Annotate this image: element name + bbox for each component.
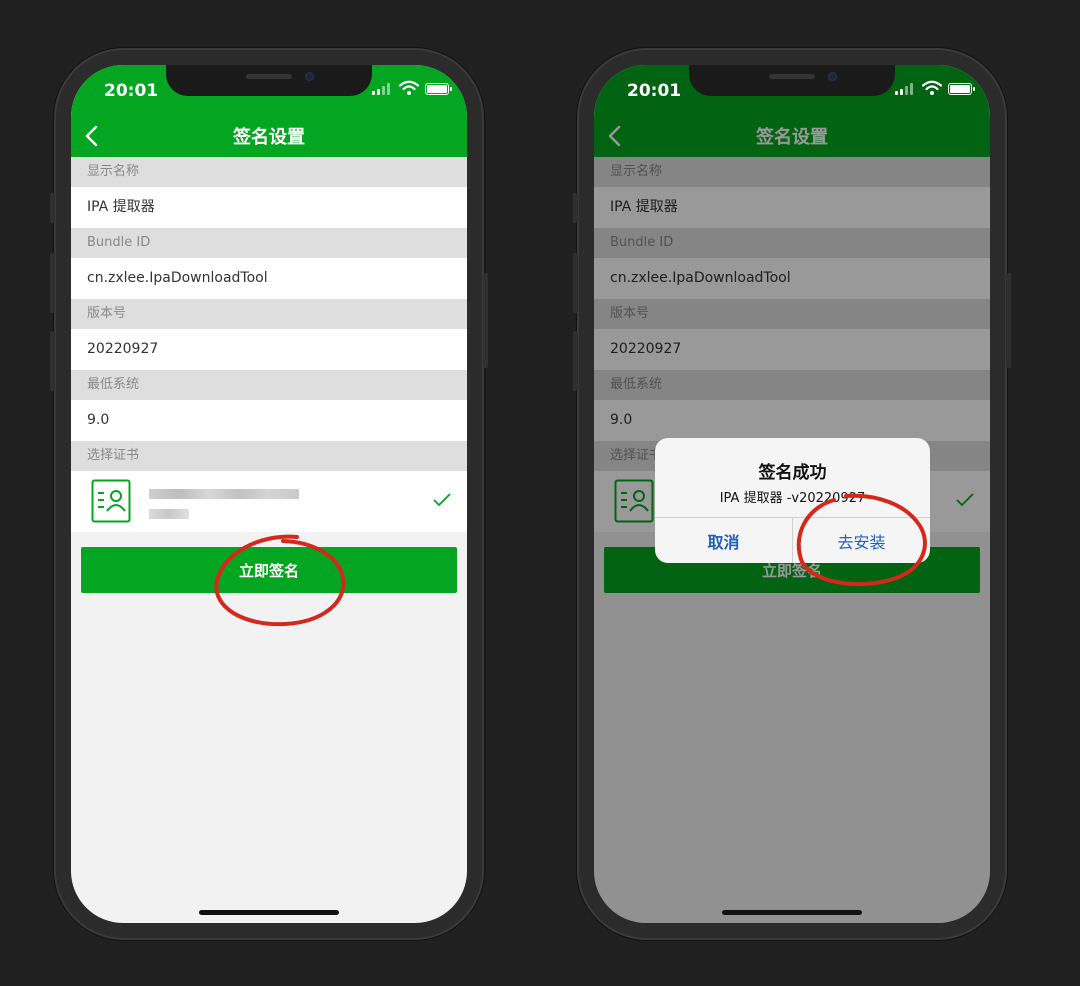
install-button[interactable]: 去安装: [792, 518, 930, 563]
status-bar: 20:01: [594, 65, 990, 115]
cancel-button[interactable]: 取消: [655, 518, 792, 563]
status-bar: 20:01: [71, 65, 467, 115]
screen: 签名设置 20:01 显示名称 IPA 提取器 Bundle ID cn.zxl…: [71, 65, 467, 923]
settings-list: 显示名称 IPA 提取器 Bundle ID cn.zxlee.IpaDownl…: [71, 157, 467, 608]
status-time: 20:01: [627, 81, 682, 101]
min-os-field[interactable]: 9.0: [71, 400, 467, 441]
section-header-certificate: 选择证书: [71, 441, 467, 471]
volume-up-button: [50, 253, 55, 313]
battery-icon: [425, 83, 452, 95]
battery-icon: [948, 83, 975, 95]
notch: [689, 65, 895, 96]
phone-frame-left: 签名设置 20:01 显示名称 IPA 提取器 Bundle ID cn.zxl…: [50, 48, 488, 940]
checkmark-icon: [433, 493, 451, 507]
volume-down-button: [573, 331, 578, 391]
mute-switch: [573, 193, 578, 223]
certificate-icon: [91, 479, 131, 523]
volume-up-button: [573, 253, 578, 313]
certificate-detail-blurred: [149, 509, 189, 519]
version-field[interactable]: 20220927: [71, 329, 467, 370]
home-indicator: [722, 910, 862, 915]
home-indicator: [199, 910, 339, 915]
signal-icon: [895, 83, 913, 95]
bundle-id-field[interactable]: cn.zxlee.IpaDownloadTool: [71, 258, 467, 299]
screen: 签名设置 显示名称 IPA 提取器 Bundle ID cn.zxlee.Ipa…: [594, 65, 990, 923]
power-button: [483, 273, 488, 368]
alert-title: 签名成功: [758, 463, 827, 483]
sign-now-button[interactable]: 立即签名: [81, 547, 457, 593]
section-header-bundle-id: Bundle ID: [71, 228, 467, 258]
mute-switch: [50, 193, 55, 223]
status-time: 20:01: [104, 81, 159, 101]
page-title: 签名设置: [233, 127, 305, 148]
power-button: [1006, 273, 1011, 368]
certificate-row[interactable]: [71, 471, 467, 532]
signal-icon: [372, 83, 390, 95]
alert-actions: 取消 去安装: [655, 517, 930, 563]
section-header-min-os: 最低系统: [71, 370, 467, 400]
alert-message: IPA 提取器 -v20220927: [719, 491, 866, 506]
section-header-display-name: 显示名称: [71, 157, 467, 187]
display-name-field[interactable]: IPA 提取器: [71, 187, 467, 228]
phone-frame-right: 签名设置 显示名称 IPA 提取器 Bundle ID cn.zxlee.Ipa…: [573, 48, 1011, 940]
volume-down-button: [50, 331, 55, 391]
wifi-icon: [399, 80, 419, 95]
certificate-name-blurred: [149, 489, 299, 499]
wifi-icon: [922, 80, 942, 95]
section-header-version: 版本号: [71, 299, 467, 329]
notch: [166, 65, 372, 96]
success-alert-dialog: 签名成功 IPA 提取器 -v20220927 取消 去安装: [655, 438, 930, 563]
sign-button-area: 立即签名: [71, 532, 467, 608]
